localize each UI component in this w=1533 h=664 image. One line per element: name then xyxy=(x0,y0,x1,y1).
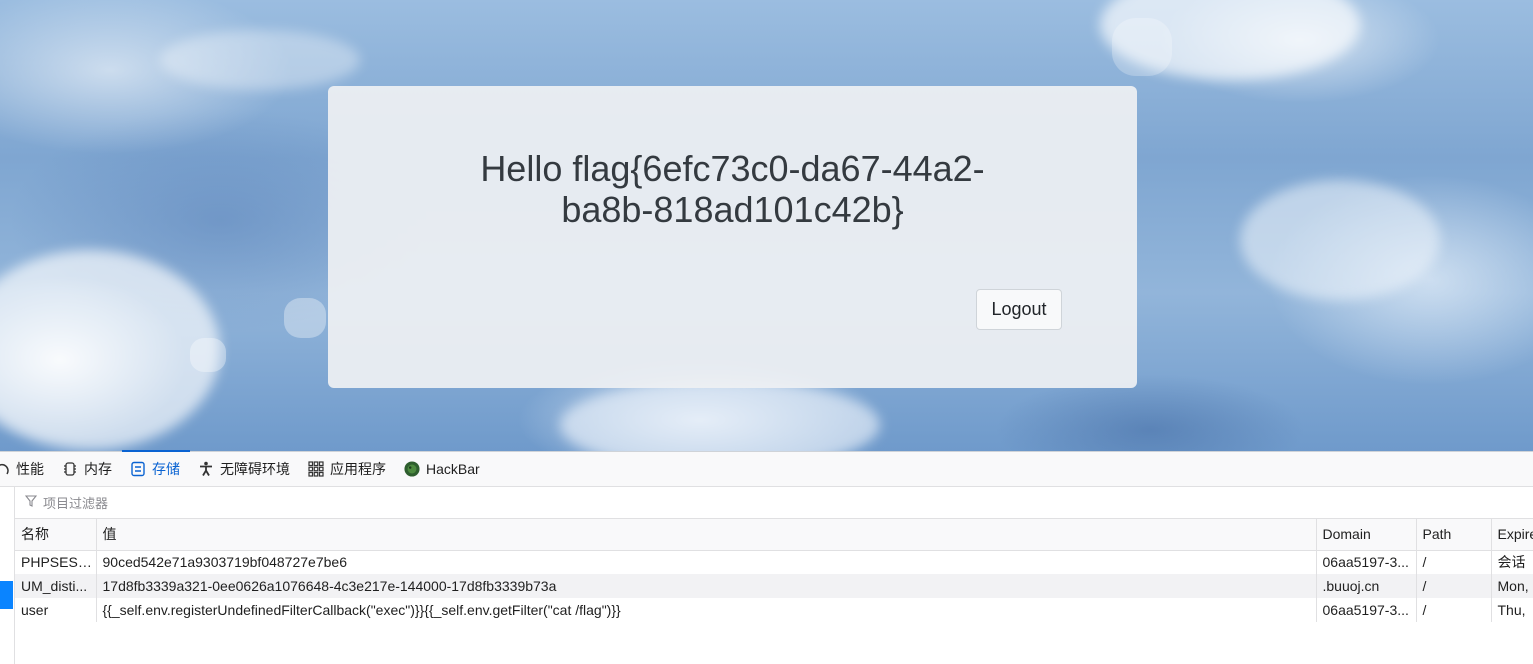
tab-application[interactable]: 应用程序 xyxy=(300,451,396,487)
background-hexagon xyxy=(190,338,226,372)
tab-hackbar[interactable]: HackBar xyxy=(396,451,490,487)
table-header-row: 名称 值 Domain Path Expire xyxy=(15,519,1533,551)
hackbar-icon xyxy=(404,461,420,477)
cookie-expires[interactable]: 会话 xyxy=(1491,550,1533,574)
tab-label: 内存 xyxy=(84,461,112,477)
storage-icon xyxy=(130,461,146,477)
tab-performance[interactable]: 性能 xyxy=(0,451,54,487)
column-header-value[interactable]: 值 xyxy=(96,519,1317,551)
cookie-value[interactable]: 90ced542e71a9303719bf048727e7be6 xyxy=(96,550,1317,574)
cookies-table: 名称 值 Domain Path Expire PHPSESS... 90ced… xyxy=(15,519,1533,622)
filter-icon xyxy=(24,495,38,510)
column-header-domain[interactable]: Domain xyxy=(1316,519,1417,551)
logout-button[interactable]: Logout xyxy=(976,289,1062,330)
background-hexagon xyxy=(284,298,326,338)
page-viewport: Hello flag{6efc73c0-da67-44a2-ba8b-818ad… xyxy=(0,0,1533,451)
cookie-domain[interactable]: 06aa5197-3... xyxy=(1316,598,1417,622)
application-icon xyxy=(308,461,324,477)
cookie-domain[interactable]: 06aa5197-3... xyxy=(1316,550,1417,574)
cookie-domain[interactable]: .buuoj.cn xyxy=(1316,574,1417,598)
cookie-expires[interactable]: Thu, xyxy=(1491,598,1533,622)
filter-bar[interactable]: 项目过滤器 xyxy=(15,487,1533,519)
cookie-path[interactable]: / xyxy=(1416,598,1492,622)
tab-storage[interactable]: 存储 xyxy=(122,450,190,487)
greeting-heading: Hello flag{6efc73c0-da67-44a2-ba8b-818ad… xyxy=(480,148,985,230)
cookie-name[interactable]: PHPSESS... xyxy=(15,550,97,574)
column-header-path[interactable]: Path xyxy=(1416,519,1492,551)
cookie-name[interactable]: user xyxy=(15,598,97,622)
table-row[interactable]: UM_disti... 17d8fb3339a321-0ee0626a10766… xyxy=(15,574,1533,598)
cookie-path[interactable]: / xyxy=(1416,574,1492,598)
background-hexagon xyxy=(1112,18,1172,76)
background-cloud xyxy=(560,380,880,451)
tab-label: 性能 xyxy=(16,461,44,477)
background-cloud xyxy=(1240,180,1440,300)
background-cloud xyxy=(0,250,220,450)
tab-label: 应用程序 xyxy=(330,461,386,477)
tab-memory[interactable]: 内存 xyxy=(54,451,122,487)
background-cloud xyxy=(160,30,360,90)
accessibility-icon xyxy=(198,461,214,477)
tab-label: 无障碍环境 xyxy=(220,461,290,477)
performance-icon xyxy=(0,461,10,477)
filter-input[interactable]: 项目过滤器 xyxy=(43,493,108,512)
table-row[interactable]: user {{_self.env.registerUndefinedFilter… xyxy=(15,598,1533,622)
column-header-expires[interactable]: Expire xyxy=(1491,519,1533,551)
devtools-panel: 性能 内存 存储 无障碍环境 应用程序 HackBar 项目过滤器 名称 值 D… xyxy=(0,450,1533,664)
cookie-value[interactable]: {{_self.env.registerUndefinedFilterCallb… xyxy=(96,598,1317,622)
storage-tree-sidebar[interactable] xyxy=(0,487,15,664)
cookie-name[interactable]: UM_disti... xyxy=(15,574,97,598)
tab-label: 存储 xyxy=(152,461,180,477)
cookie-path[interactable]: / xyxy=(1416,550,1492,574)
memory-icon xyxy=(62,461,78,477)
tab-label: HackBar xyxy=(426,461,480,477)
login-card: Hello flag{6efc73c0-da67-44a2-ba8b-818ad… xyxy=(328,86,1137,388)
tab-accessibility[interactable]: 无障碍环境 xyxy=(190,451,300,487)
selected-tree-item[interactable] xyxy=(0,581,13,609)
table-row[interactable]: PHPSESS... 90ced542e71a9303719bf048727e7… xyxy=(15,550,1533,574)
cookie-value[interactable]: 17d8fb3339a321-0ee0626a1076648-4c3e217e-… xyxy=(96,574,1317,598)
cookie-expires[interactable]: Mon, xyxy=(1491,574,1533,598)
devtools-tabbar: 性能 内存 存储 无障碍环境 应用程序 HackBar xyxy=(0,450,1533,487)
column-header-name[interactable]: 名称 xyxy=(15,519,97,551)
